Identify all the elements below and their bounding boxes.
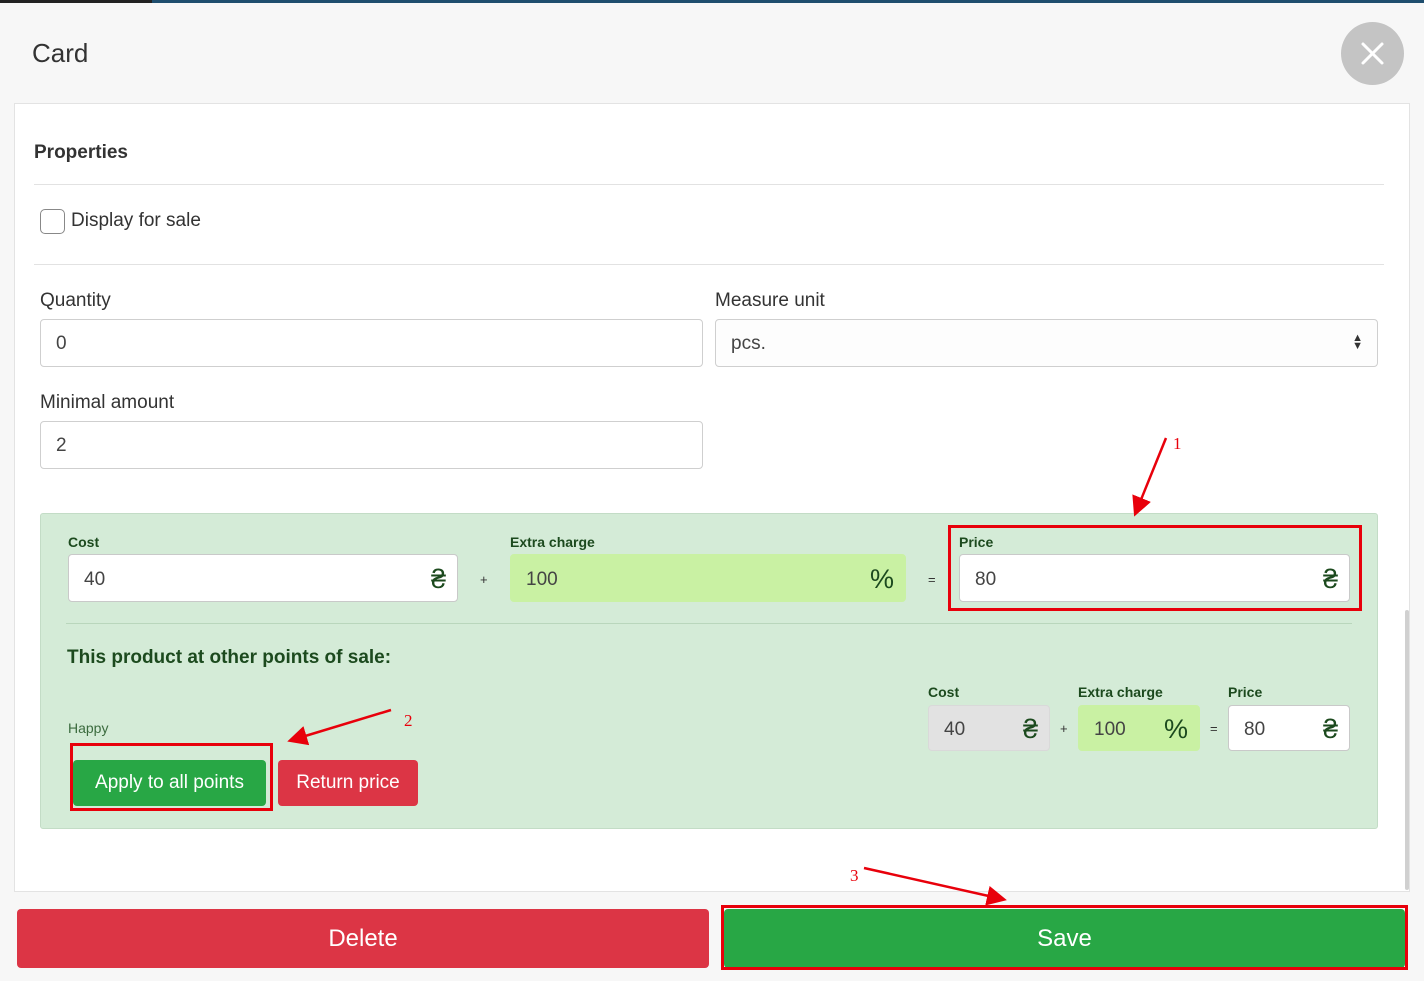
measure-unit-label: Measure unit bbox=[715, 290, 825, 311]
other-points-title: This product at other points of sale: bbox=[67, 647, 392, 668]
point-cost-input: 40 ₴ bbox=[928, 705, 1050, 751]
properties-title: Properties bbox=[34, 142, 128, 163]
percent-icon: % bbox=[1163, 714, 1188, 744]
display-for-sale-checkbox[interactable] bbox=[40, 209, 65, 234]
point-price-label: Price bbox=[1228, 684, 1263, 700]
window-top-strip-dark bbox=[0, 0, 152, 3]
apply-to-all-points-button[interactable]: Apply to all points bbox=[73, 760, 266, 806]
point-cost-label: Cost bbox=[928, 684, 960, 700]
divider bbox=[34, 264, 1384, 265]
close-icon bbox=[1361, 42, 1384, 65]
annotation-label-1: 1 bbox=[1173, 434, 1182, 453]
close-button[interactable] bbox=[1341, 22, 1404, 85]
extra-charge-value: 100 bbox=[526, 569, 558, 590]
point-extra-charge-value: 100 bbox=[1094, 719, 1126, 740]
quantity-input[interactable]: 0 bbox=[40, 319, 703, 367]
annotation-label-3: 3 bbox=[850, 866, 859, 885]
point-price-value: 80 bbox=[1244, 719, 1266, 740]
point-cost-value: 40 bbox=[944, 719, 966, 740]
quantity-value: 0 bbox=[56, 333, 67, 354]
minimal-amount-label: Minimal amount bbox=[40, 392, 175, 413]
quantity-label: Quantity bbox=[40, 290, 111, 311]
plus-sign: + bbox=[1060, 721, 1068, 736]
divider bbox=[34, 184, 1384, 185]
window-top-strip bbox=[0, 0, 1424, 3]
select-arrows-icon: ▲ ▼ bbox=[1352, 332, 1363, 352]
minimal-amount-input[interactable]: 2 bbox=[40, 421, 703, 469]
hryvnia-icon: ₴ bbox=[1322, 714, 1338, 744]
cost-input[interactable]: 40 ₴ bbox=[68, 554, 458, 602]
minimal-amount-value: 2 bbox=[56, 435, 67, 456]
hryvnia-icon: ₴ bbox=[1022, 714, 1038, 744]
annotation-label-2: 2 bbox=[404, 711, 413, 730]
percent-icon: % bbox=[869, 564, 894, 594]
plus-sign: + bbox=[480, 572, 488, 587]
pricing-divider bbox=[66, 623, 1352, 624]
measure-unit-select[interactable]: pcs. ▲ ▼ bbox=[715, 319, 1378, 367]
measure-unit-value: pcs. bbox=[731, 333, 766, 354]
display-for-sale-label[interactable]: Display for sale bbox=[71, 210, 201, 232]
modal-title: Card bbox=[32, 38, 89, 68]
price-value: 80 bbox=[975, 569, 997, 590]
extra-charge-input[interactable]: 100 % bbox=[510, 554, 906, 602]
scrollbar-thumb[interactable] bbox=[1405, 610, 1409, 890]
cost-value: 40 bbox=[84, 569, 106, 590]
equals-sign: = bbox=[1210, 721, 1218, 736]
point-extra-charge-input[interactable]: 100 % bbox=[1078, 705, 1200, 751]
delete-button[interactable]: Delete bbox=[17, 909, 709, 968]
extra-charge-label: Extra charge bbox=[510, 534, 595, 550]
point-price-input[interactable]: 80 ₴ bbox=[1228, 705, 1350, 751]
return-price-button[interactable]: Return price bbox=[278, 760, 418, 806]
equals-sign: = bbox=[928, 572, 936, 587]
point-name: Happy bbox=[68, 720, 109, 736]
hryvnia-icon: ₴ bbox=[1322, 564, 1338, 594]
save-button[interactable]: Save bbox=[724, 909, 1405, 968]
price-label: Price bbox=[959, 534, 994, 550]
price-input[interactable]: 80 ₴ bbox=[959, 554, 1350, 602]
point-extra-charge-label: Extra charge bbox=[1078, 684, 1163, 700]
hryvnia-icon: ₴ bbox=[430, 564, 446, 594]
cost-label: Cost bbox=[68, 534, 100, 550]
